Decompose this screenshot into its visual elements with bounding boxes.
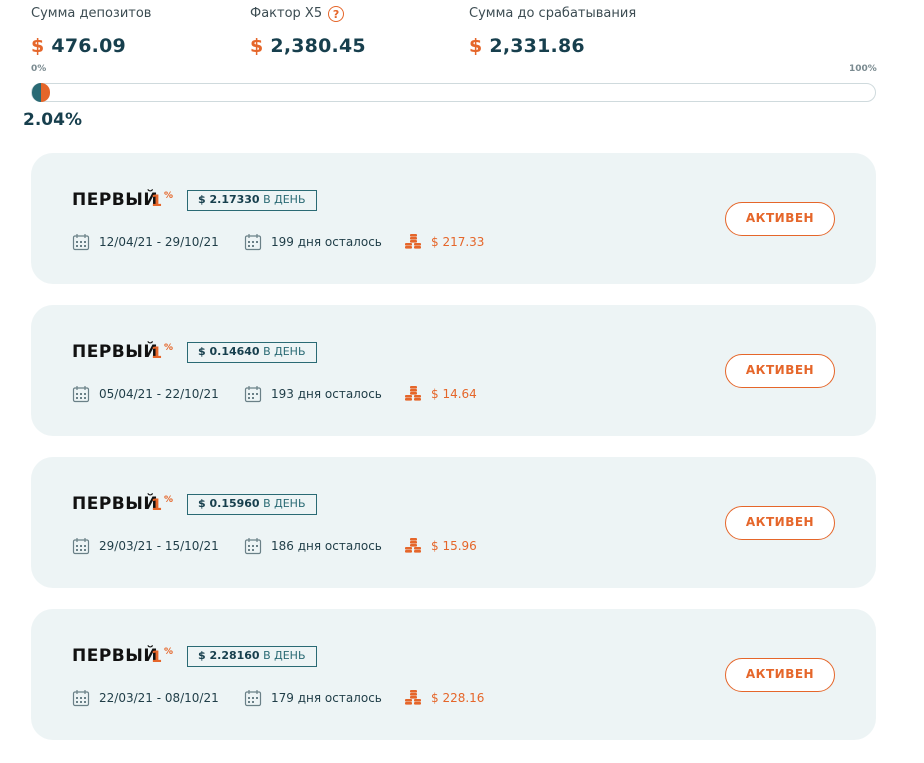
- calendar-icon: [72, 690, 90, 707]
- deposit-rate: 1: [151, 343, 163, 362]
- currency-symbol: $: [469, 35, 483, 57]
- coins-icon: [405, 234, 421, 249]
- coins-icon: [405, 690, 421, 705]
- deposit-days-left: 186 дня осталось: [244, 537, 382, 555]
- stat-deposits-total: Сумма депозитов $476.09: [31, 6, 151, 57]
- deposit-profit: $ 15.96: [404, 537, 477, 555]
- currency-symbol: $: [250, 35, 264, 57]
- deposit-plan-title: ПЕРВЫЙ: [72, 342, 159, 362]
- stat-value: $2,380.45: [250, 35, 366, 57]
- stat-value: $2,331.86: [469, 35, 636, 57]
- deposit-rate-symbol: %: [164, 343, 174, 353]
- status-active-button[interactable]: АКТИВЕН: [725, 506, 835, 540]
- calendar-icon: [244, 538, 262, 555]
- progress-bar: [31, 83, 876, 102]
- stat-remaining: Сумма до срабатывания $2,331.86: [469, 6, 636, 57]
- status-active-button[interactable]: АКТИВЕН: [725, 202, 835, 236]
- stat-amount: 2,380.45: [270, 35, 366, 57]
- daily-income-unit: В ДЕНЬ: [263, 345, 306, 358]
- deposit-days-left: 179 дня осталось: [244, 689, 382, 707]
- deposit-profit: $ 228.16: [404, 689, 484, 707]
- calendar-icon: [244, 234, 262, 251]
- deposit-card: ПЕРВЫЙ 1 % $ 2.28160 В ДЕНЬ 22/03/21 - 0…: [31, 609, 876, 740]
- deposit-dates: 22/03/21 - 08/10/21: [72, 689, 219, 707]
- deposit-profit: $ 14.64: [404, 385, 477, 403]
- deposit-plan-title: ПЕРВЫЙ: [72, 190, 159, 210]
- stat-label-text: Фактор X5: [250, 6, 323, 21]
- stat-amount: 2,331.86: [489, 35, 585, 57]
- calendar-icon: [72, 234, 90, 251]
- deposit-card: ПЕРВЫЙ 1 % $ 2.17330 В ДЕНЬ 12/04/21 - 2…: [31, 153, 876, 284]
- profit-amount: $ 14.64: [431, 387, 477, 401]
- days-left-text: 179 дня осталось: [271, 691, 382, 705]
- daily-income-amount: $ 2.28160: [198, 649, 260, 662]
- deposit-rate-symbol: %: [164, 191, 174, 201]
- profit-amount: $ 217.33: [431, 235, 485, 249]
- currency-symbol: $: [31, 35, 45, 57]
- deposit-dates: 05/04/21 - 22/10/21: [72, 385, 219, 403]
- stat-label: Сумма до срабатывания: [469, 6, 637, 21]
- deposit-date-range: 12/04/21 - 29/10/21: [99, 235, 219, 249]
- deposit-date-range: 05/04/21 - 22/10/21: [99, 387, 219, 401]
- deposit-plan-title: ПЕРВЫЙ: [72, 646, 159, 666]
- daily-income-amount: $ 0.14640: [198, 345, 260, 358]
- stat-label: Фактор X5?: [250, 6, 366, 22]
- coins-icon: [405, 538, 421, 553]
- profit-amount: $ 228.16: [431, 691, 485, 705]
- calendar-icon: [72, 386, 90, 403]
- days-left-text: 186 дня осталось: [271, 539, 382, 553]
- deposit-rate-symbol: %: [164, 495, 174, 505]
- progress-min-label: 0%: [31, 64, 47, 74]
- calendar-icon: [72, 538, 90, 555]
- deposit-dates: 29/03/21 - 15/10/21: [72, 537, 219, 555]
- daily-income-badge: $ 2.28160 В ДЕНЬ: [187, 646, 317, 667]
- calendar-icon: [244, 690, 262, 707]
- deposit-profit: $ 217.33: [404, 233, 484, 251]
- deposit-days-left: 199 дня осталось: [244, 233, 382, 251]
- profit-amount: $ 15.96: [431, 539, 477, 553]
- daily-income-unit: В ДЕНЬ: [263, 193, 306, 206]
- deposit-days-left: 193 дня осталось: [244, 385, 382, 403]
- progress-value: 2.04%: [23, 110, 82, 130]
- help-icon[interactable]: ?: [328, 6, 345, 22]
- deposit-card: ПЕРВЫЙ 1 % $ 0.14640 В ДЕНЬ 05/04/21 - 2…: [31, 305, 876, 436]
- deposit-rate: 1: [151, 495, 163, 514]
- days-left-text: 193 дня осталось: [271, 387, 382, 401]
- status-active-button[interactable]: АКТИВЕН: [725, 354, 835, 388]
- calendar-icon: [244, 386, 262, 403]
- daily-income-unit: В ДЕНЬ: [263, 649, 306, 662]
- days-left-text: 199 дня осталось: [271, 235, 382, 249]
- stat-label: Сумма депозитов: [31, 6, 152, 21]
- daily-income-amount: $ 2.17330: [198, 193, 260, 206]
- deposit-plan-title: ПЕРВЫЙ: [72, 494, 159, 514]
- stat-amount: 476.09: [51, 35, 126, 57]
- deposit-rate-symbol: %: [164, 647, 174, 657]
- deposit-dates: 12/04/21 - 29/10/21: [72, 233, 219, 251]
- status-active-button[interactable]: АКТИВЕН: [725, 658, 835, 692]
- progress-max-label: 100%: [849, 64, 877, 74]
- daily-income-amount: $ 0.15960: [198, 497, 260, 510]
- coins-icon: [405, 386, 421, 401]
- stat-value: $476.09: [31, 35, 151, 57]
- deposit-date-range: 29/03/21 - 15/10/21: [99, 539, 219, 553]
- daily-income-unit: В ДЕНЬ: [263, 497, 306, 510]
- deposit-date-range: 22/03/21 - 08/10/21: [99, 691, 219, 705]
- deposit-rate: 1: [151, 191, 163, 210]
- deposit-card: ПЕРВЫЙ 1 % $ 0.15960 В ДЕНЬ 29/03/21 - 1…: [31, 457, 876, 588]
- deposit-rate: 1: [151, 647, 163, 666]
- stat-factor: Фактор X5? $2,380.45: [250, 6, 366, 57]
- progress-fill: [32, 83, 50, 102]
- daily-income-badge: $ 2.17330 В ДЕНЬ: [187, 190, 317, 211]
- daily-income-badge: $ 0.15960 В ДЕНЬ: [187, 494, 317, 515]
- daily-income-badge: $ 0.14640 В ДЕНЬ: [187, 342, 317, 363]
